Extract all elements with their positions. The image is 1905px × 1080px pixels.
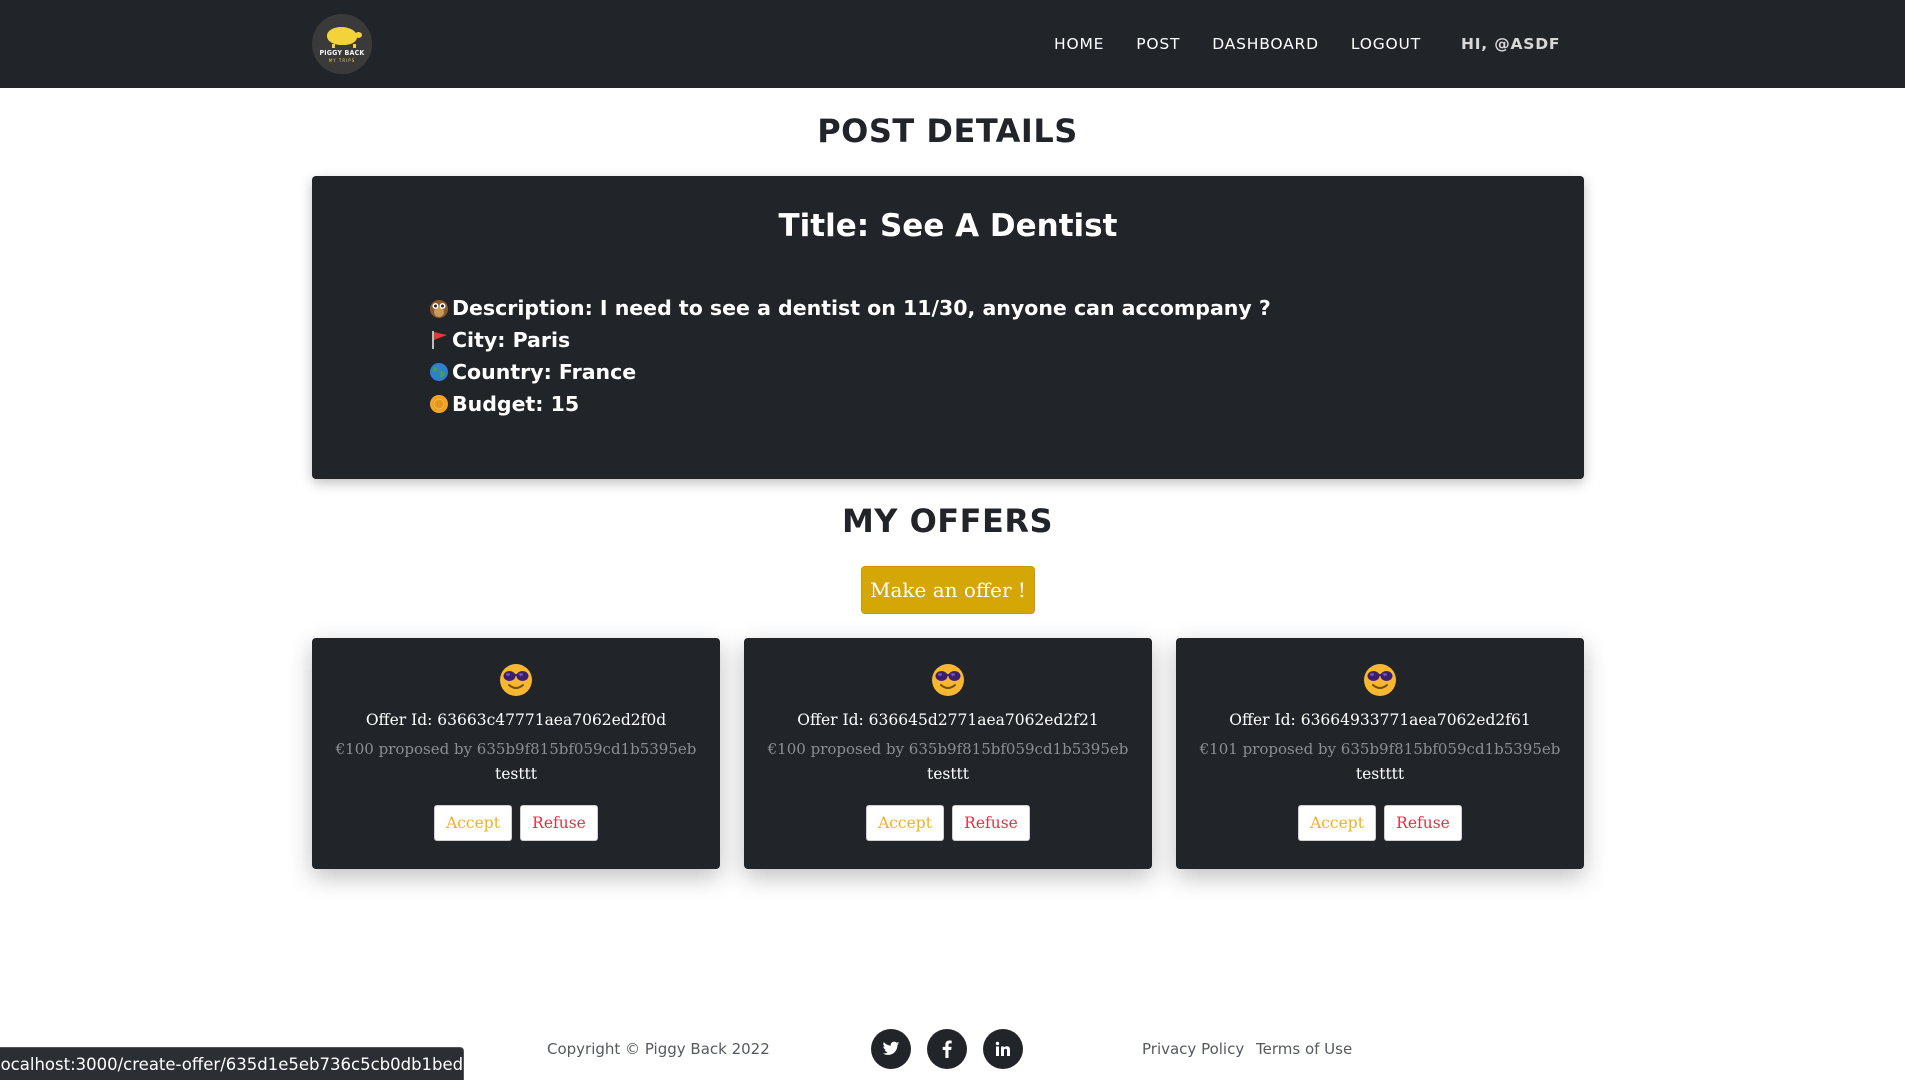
offer-actions: Accept Refuse [744, 805, 1152, 841]
offer-amount-proposer: €100 proposed by 635b9f815bf059cd1b5395e… [767, 740, 1129, 758]
offer-card: Offer Id: 63663c47771aea7062ed2f0d €100 … [312, 638, 720, 869]
post-country-row: Country: France [428, 356, 1271, 388]
sunglasses-face-icon [500, 664, 532, 696]
pig-icon [327, 27, 362, 48]
post-description-row: Description: I need to see a dentist on … [428, 292, 1271, 324]
accept-offer-button[interactable]: Accept [434, 805, 512, 841]
logo-subtext: MY TRIPS [328, 58, 356, 63]
post-title: Title: See A Dentist [778, 208, 1118, 244]
offer-amount-proposer: €100 proposed by 635b9f815bf059cd1b5395e… [335, 740, 697, 758]
offer-id: Offer Id: 63663c47771aea7062ed2f0d [365, 711, 667, 729]
offer-message: testttt [1355, 765, 1405, 783]
offer-message: testtt [926, 765, 970, 783]
twitter-link[interactable] [871, 1029, 911, 1069]
offer-id: Offer Id: 636645d2771aea7062ed2f21 [797, 711, 1099, 729]
logo-text: PIGGY BACK [319, 49, 365, 57]
browser-status-bar: localhost:3000/create-offer/635d1e5eb736… [0, 1047, 464, 1080]
facebook-link[interactable] [927, 1029, 967, 1069]
nav-logout-link[interactable]: LOGOUT [1351, 35, 1421, 53]
offer-actions: Accept Refuse [312, 805, 720, 841]
sunglasses-face-icon [932, 664, 964, 696]
linkedin-link[interactable] [983, 1029, 1023, 1069]
twitter-icon [882, 1041, 900, 1055]
post-details-heading: POST DETAILS [817, 112, 1078, 150]
offer-id: Offer Id: 63664933771aea7062ed2f61 [1229, 711, 1531, 729]
post-details-list: Description: I need to see a dentist on … [428, 292, 1271, 420]
refuse-offer-button[interactable]: Refuse [952, 805, 1030, 841]
facebook-icon [942, 1040, 952, 1058]
navbar: PIGGY BACK MY TRIPS HOME POST DASHBOARD … [0, 0, 1905, 88]
offer-card: Offer Id: 63664933771aea7062ed2f61 €101 … [1176, 638, 1584, 869]
post-description: Description: I need to see a dentist on … [452, 296, 1271, 320]
footer-copyright: Copyright © Piggy Back 2022 [547, 1040, 770, 1058]
my-offers-heading: MY OFFERS [841, 502, 1054, 540]
sunglasses-face-icon [1364, 664, 1396, 696]
nav-home-link[interactable]: HOME [1054, 35, 1104, 53]
accept-offer-button[interactable]: Accept [1298, 805, 1376, 841]
piggy-back-logo[interactable]: PIGGY BACK MY TRIPS [312, 14, 372, 74]
post-city: City: Paris [452, 328, 571, 352]
owl-icon [430, 300, 448, 318]
nav-links: HOME POST DASHBOARD LOGOUT HI, @ASDF [1054, 0, 1560, 88]
coin-icon [430, 395, 448, 413]
refuse-offer-button[interactable]: Refuse [520, 805, 598, 841]
offer-actions: Accept Refuse [1176, 805, 1584, 841]
offer-card: Offer Id: 636645d2771aea7062ed2f21 €100 … [744, 638, 1152, 869]
globe-icon [430, 363, 448, 381]
post-city-row: City: Paris [428, 324, 1271, 356]
refuse-offer-button[interactable]: Refuse [1384, 805, 1462, 841]
offer-amount-proposer: €101 proposed by 635b9f815bf059cd1b5395e… [1199, 740, 1561, 758]
post-budget-row: Budget: 15 [428, 388, 1271, 420]
offer-message: testtt [494, 765, 538, 783]
linkedin-icon [995, 1041, 1010, 1056]
status-url: localhost:3000/create-offer/635d1e5eb736… [0, 1054, 464, 1074]
terms-of-use-link[interactable]: Terms of Use [1256, 1040, 1352, 1058]
make-offer-button[interactable]: Make an offer ! [861, 566, 1035, 614]
red-flag-icon [432, 331, 447, 349]
post-budget: Budget: 15 [452, 392, 580, 416]
nav-dashboard-link[interactable]: DASHBOARD [1212, 35, 1319, 53]
user-greeting: HI, @ASDF [1460, 35, 1561, 53]
post-card: Title: See A Dentist Description: I need… [312, 176, 1584, 479]
privacy-policy-link[interactable]: Privacy Policy [1142, 1040, 1244, 1058]
accept-offer-button[interactable]: Accept [866, 805, 944, 841]
nav-post-link[interactable]: POST [1136, 35, 1180, 53]
post-country: Country: France [452, 360, 637, 384]
